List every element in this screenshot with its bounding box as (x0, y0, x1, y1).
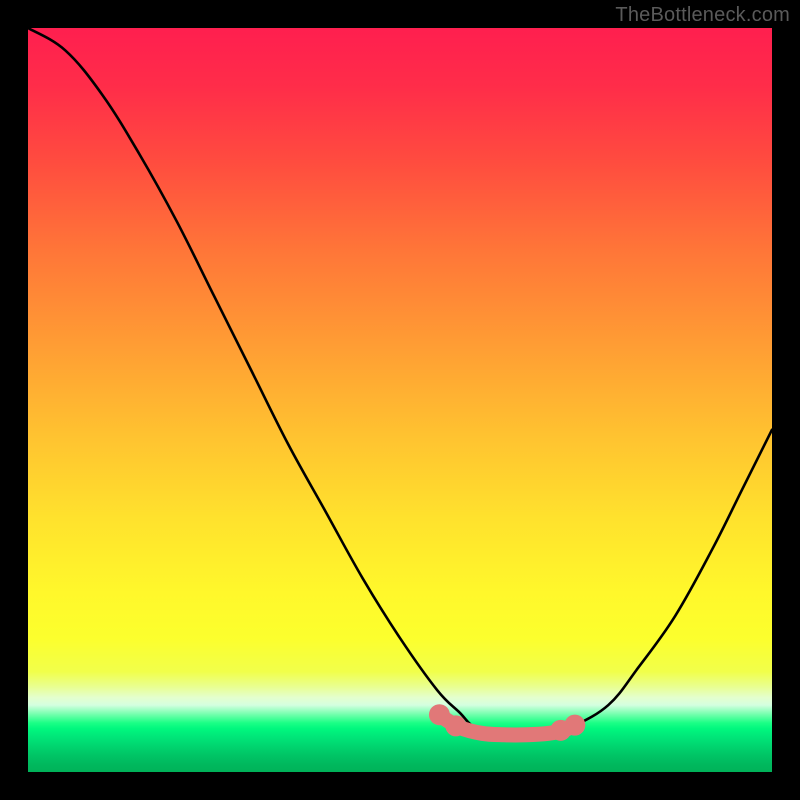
bottleneck-curve (28, 28, 772, 735)
chart-stage: TheBottleneck.com (0, 0, 800, 800)
trough-dot (564, 715, 585, 736)
plot-area (28, 28, 772, 772)
trough-dot (445, 715, 466, 736)
curve-layer (28, 28, 772, 772)
watermark-text: TheBottleneck.com (615, 4, 790, 27)
